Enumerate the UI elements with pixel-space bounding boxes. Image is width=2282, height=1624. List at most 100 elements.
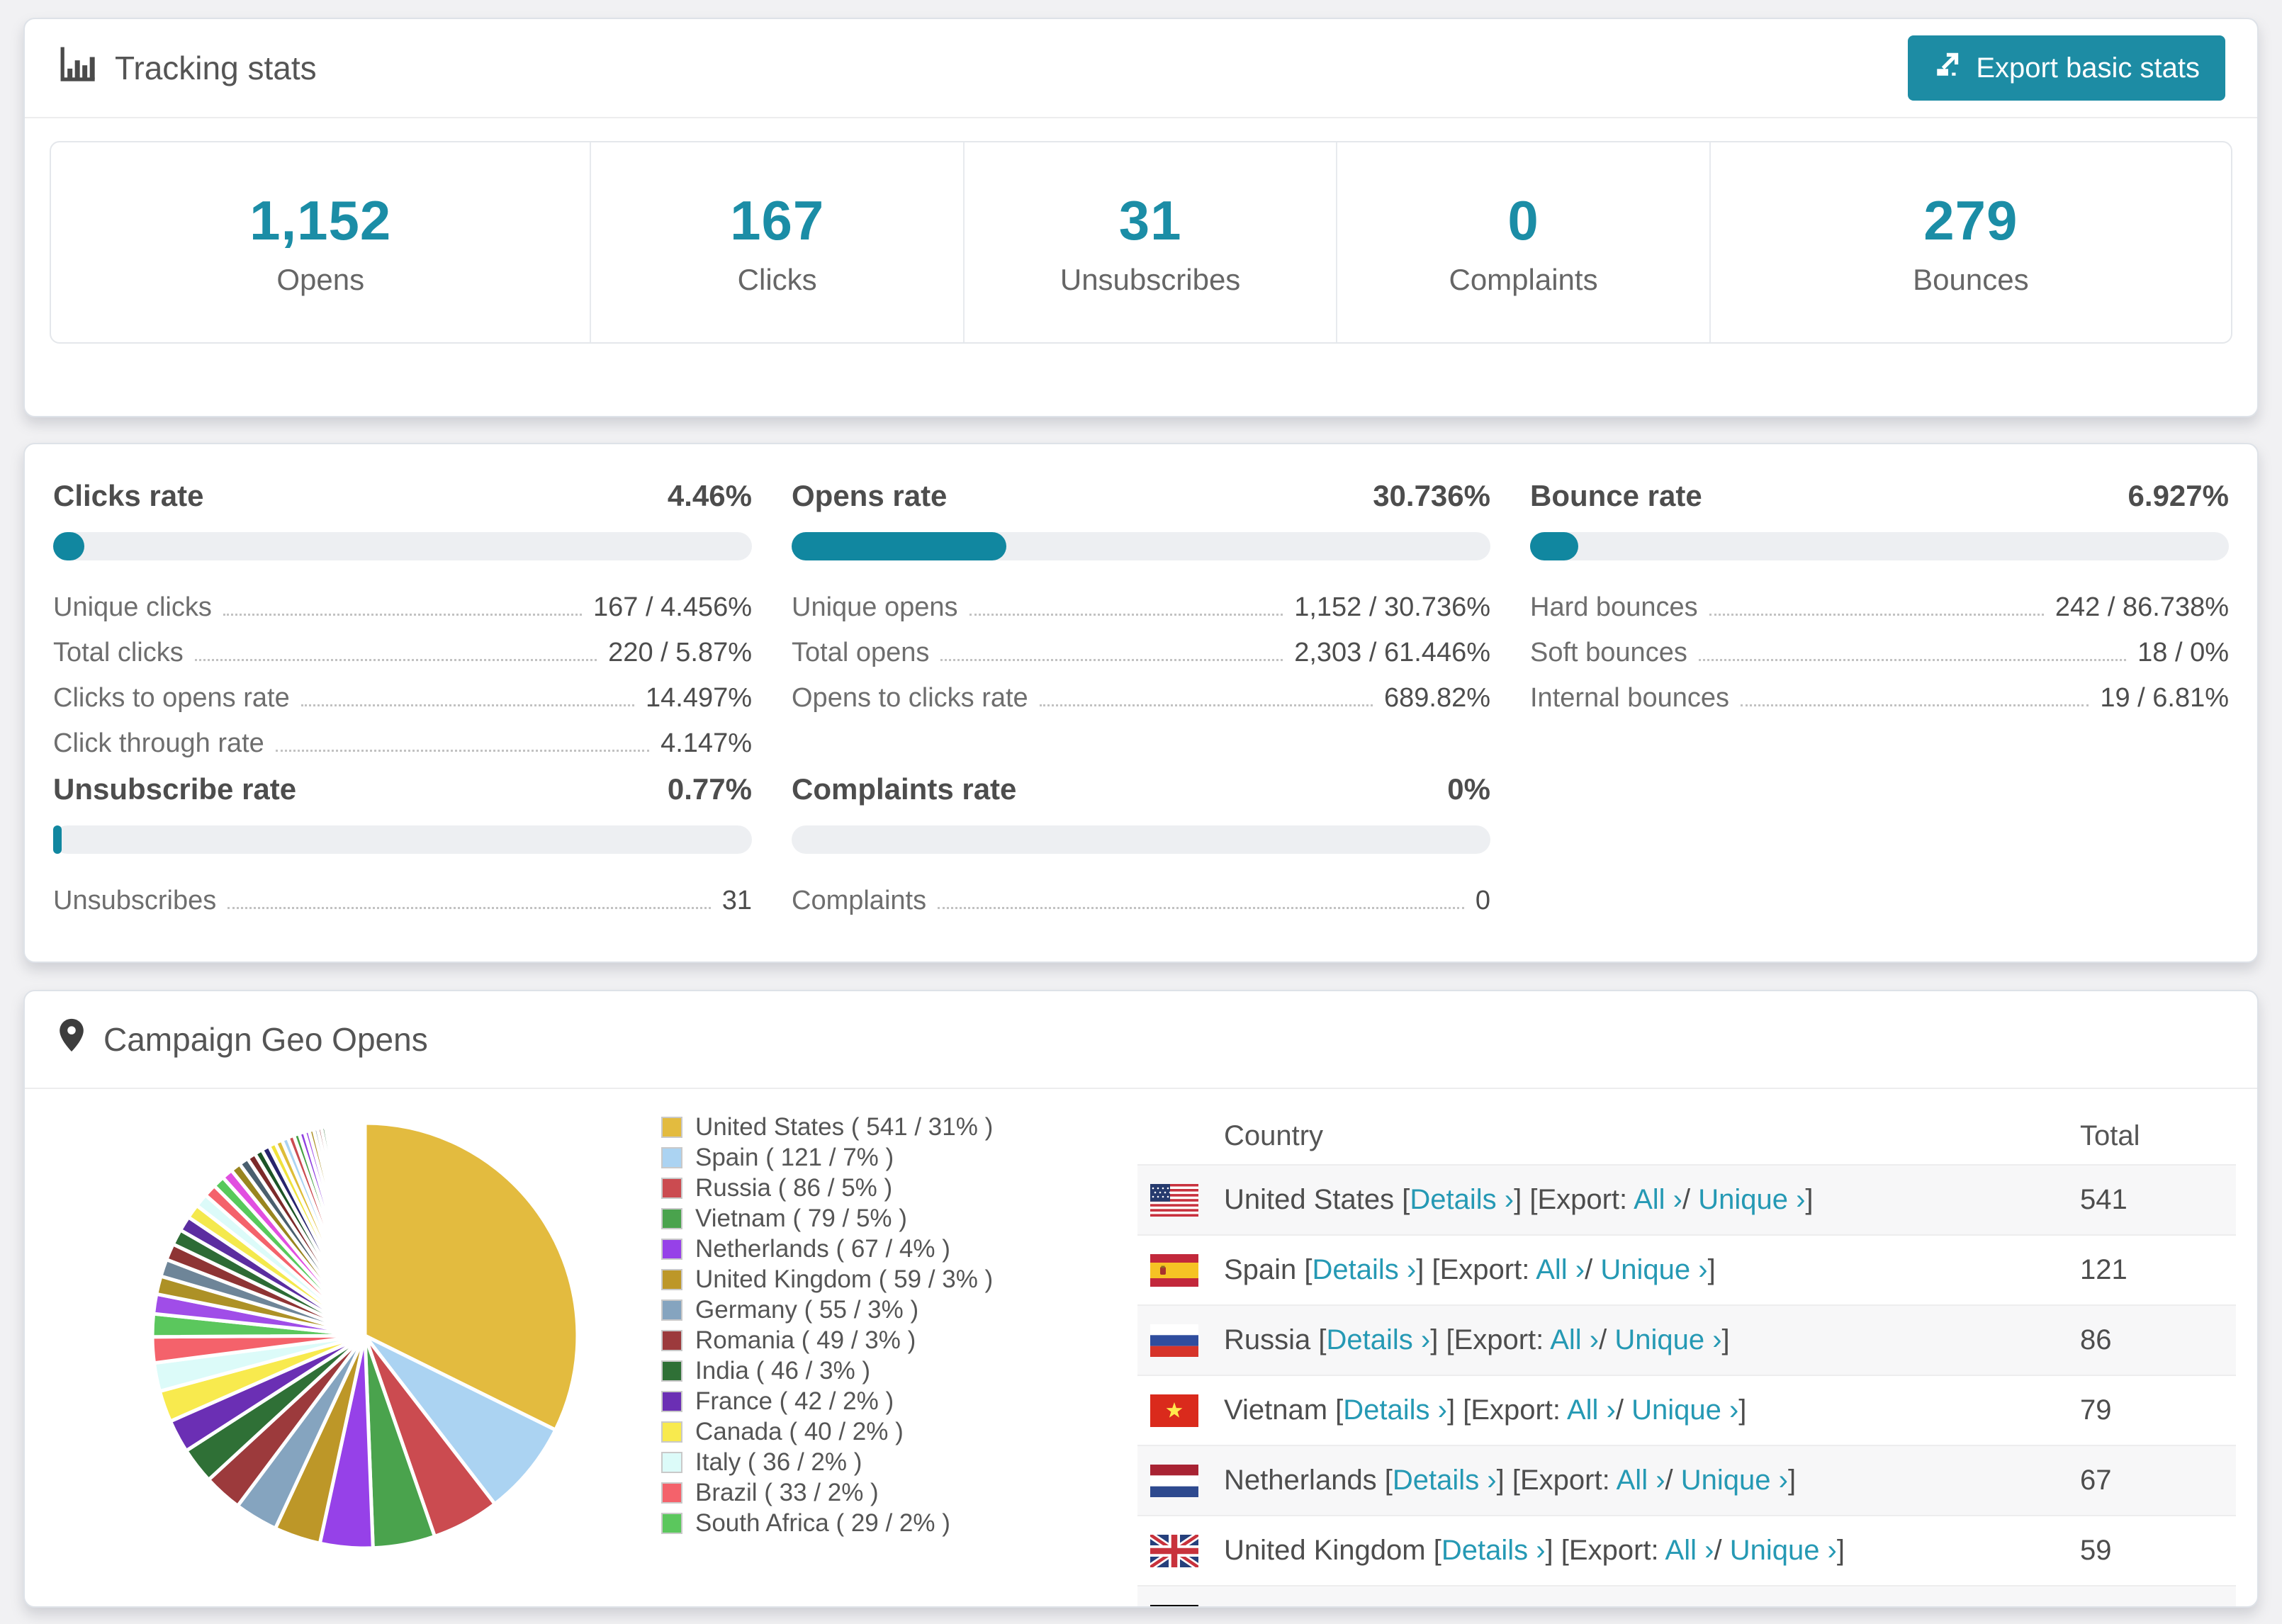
stat-value: 1,152 (249, 188, 392, 252)
rate-detail-value: 18 / 0% (2137, 638, 2229, 667)
rate-percent: 6.927% (2128, 479, 2229, 512)
export-unique-link[interactable]: Unique › (1698, 1184, 1805, 1215)
country-name: Russia [ (1224, 1324, 1327, 1355)
rate-progress-track (1530, 532, 2229, 560)
total-cell: 67 (2080, 1465, 2112, 1496)
rate-rows: Unique opens 1,152 / 30.736% Total opens… (792, 582, 1490, 718)
export-unique-link[interactable]: Unique › (1645, 1605, 1752, 1606)
export-unique-link[interactable]: Unique › (1730, 1535, 1837, 1566)
legend-swatch (661, 1390, 682, 1412)
rate-title: Complaints rate (792, 772, 1017, 806)
country-cell: Russia [Details ›] [Export: All ›/ Uniqu… (1224, 1324, 1730, 1355)
pie-slice[interactable] (362, 1121, 367, 1336)
legend-item-russia: Russia ( 86 / 5% ) (661, 1173, 1095, 1203)
table-row-netherlands: Netherlands [Details ›] [Export: All ›/ … (1137, 1445, 2236, 1515)
flag-de-icon (1150, 1604, 1198, 1606)
legend-swatch (661, 1512, 682, 1534)
dotted-leader (1698, 659, 2127, 661)
rate-section-clicks-rate: Clicks rate 4.46% Unique clicks 167 / 4.… (53, 478, 752, 763)
summary-stat-unsubscribes: 31 Unsubscribes (962, 142, 1336, 342)
rate-section-opens-rate: Opens rate 30.736% Unique opens 1,152 / … (792, 478, 1490, 763)
flag-nl-icon (1150, 1464, 1198, 1497)
export-unique-link[interactable]: Unique › (1631, 1394, 1738, 1426)
export-all-link[interactable]: All › (1536, 1254, 1585, 1285)
rate-detail-row: Internal bounces 19 / 6.81% (1530, 672, 2229, 718)
export-all-link[interactable]: All › (1567, 1394, 1616, 1426)
summary-stat-clicks: 167 Clicks (590, 142, 962, 342)
export-basic-stats-button[interactable]: Export basic stats (1908, 35, 2225, 101)
tracking-stats-header: Tracking stats Export basic stats (25, 19, 2257, 117)
legend-label: South Africa ( 29 / 2% ) (695, 1509, 950, 1537)
legend-label: France ( 42 / 2% ) (695, 1387, 894, 1415)
stat-label: Unsubscribes (1060, 262, 1241, 296)
rate-detail-value: 31 (721, 886, 752, 915)
stat-value: 279 (1923, 188, 2018, 252)
legend-swatch (661, 1207, 682, 1229)
rate-progress-track (792, 532, 1490, 560)
rate-rows: Unique clicks 167 / 4.456% Total clicks … (53, 582, 752, 763)
geo-opens-pie-chart (145, 1116, 585, 1606)
details-link[interactable]: Details › (1313, 1254, 1417, 1285)
rate-detail-row: Unsubscribes 31 (53, 875, 752, 920)
rate-detail-value: 220 / 5.87% (608, 638, 752, 667)
flag-ru-icon (1150, 1324, 1198, 1357)
rate-section-complaints-rate: Complaints rate 0% Complaints 0 (792, 772, 1490, 920)
rate-detail-label: Complaints (792, 886, 927, 915)
details-link[interactable]: Details › (1327, 1324, 1431, 1355)
rate-detail-row: Total clicks 220 / 5.87% (53, 627, 752, 672)
dotted-leader (1709, 614, 2044, 616)
export-all-link[interactable]: All › (1665, 1535, 1714, 1566)
export-button-label: Export basic stats (1976, 52, 2200, 84)
dotted-leader (227, 907, 711, 909)
country-name: Spain [ (1224, 1254, 1313, 1285)
rate-detail-value: 4.147% (661, 728, 752, 758)
country-name: Vietnam [ (1224, 1394, 1344, 1426)
rate-detail-value: 167 / 4.456% (593, 592, 752, 622)
export-all-link[interactable]: All › (1580, 1605, 1629, 1606)
legend-swatch (661, 1299, 682, 1321)
details-link[interactable]: Details › (1393, 1465, 1497, 1496)
export-all-link[interactable]: All › (1634, 1184, 1682, 1215)
dotted-leader (940, 659, 1283, 661)
rate-title: Unsubscribe rate (53, 772, 297, 806)
legend-swatch (661, 1238, 682, 1260)
rate-detail-label: Internal bounces (1530, 683, 1729, 713)
dotted-leader (1039, 704, 1373, 706)
table-row-vietnam: Vietnam [Details ›] [Export: All ›/ Uniq… (1137, 1375, 2236, 1445)
legend-swatch (661, 1329, 682, 1351)
rate-detail-label: Unique opens (792, 592, 958, 622)
table-row-spain: Spain [Details ›] [Export: All ›/ Unique… (1137, 1234, 2236, 1304)
export-unique-link[interactable]: Unique › (1614, 1324, 1721, 1355)
legend-label: Canada ( 40 / 2% ) (695, 1417, 904, 1445)
rate-title: Bounce rate (1530, 479, 1702, 512)
details-link[interactable]: Details › (1410, 1184, 1514, 1215)
table-row-russia: Russia [Details ›] [Export: All ›/ Uniqu… (1137, 1304, 2236, 1375)
rate-detail-label: Unique clicks (53, 592, 212, 622)
bar-chart-icon (57, 45, 96, 92)
rate-rows: Complaints 0 (792, 875, 1490, 920)
details-link[interactable]: Details › (1356, 1605, 1461, 1606)
export-unique-link[interactable]: Unique › (1681, 1465, 1788, 1496)
stat-value: 31 (1118, 188, 1182, 252)
details-link[interactable]: Details › (1343, 1394, 1447, 1426)
country-name: United States [ (1224, 1184, 1410, 1215)
country-cell: Spain [Details ›] [Export: All ›/ Unique… (1224, 1254, 1716, 1285)
dotted-leader (1740, 704, 2089, 706)
details-link[interactable]: Details › (1441, 1535, 1546, 1566)
column-header-country: Country (1224, 1120, 1324, 1151)
rate-rows: Hard bounces 242 / 86.738% Soft bounces … (1530, 582, 2229, 718)
map-pin-icon (57, 1017, 86, 1063)
stat-value: 0 (1507, 188, 1539, 252)
export-all-link[interactable]: All › (1617, 1465, 1665, 1496)
rate-section-unsubscribe-rate: Unsubscribe rate 0.77% Unsubscribes 31 (53, 772, 752, 920)
rate-detail-label: Total opens (792, 638, 930, 667)
legend-item-spain: Spain ( 121 / 7% ) (661, 1142, 1095, 1173)
geo-body: United States ( 541 / 31% ) Spain ( 121 … (25, 1089, 2257, 1606)
country-name: Germany [ (1224, 1605, 1356, 1606)
pie-legend: United States ( 541 / 31% ) Spain ( 121 … (661, 1112, 1095, 1606)
legend-item-india: India ( 46 / 3% ) (661, 1355, 1095, 1386)
legend-item-netherlands: Netherlands ( 67 / 4% ) (661, 1234, 1095, 1264)
export-all-link[interactable]: All › (1550, 1324, 1599, 1355)
export-unique-link[interactable]: Unique › (1600, 1254, 1707, 1285)
legend-swatch (661, 1116, 682, 1138)
